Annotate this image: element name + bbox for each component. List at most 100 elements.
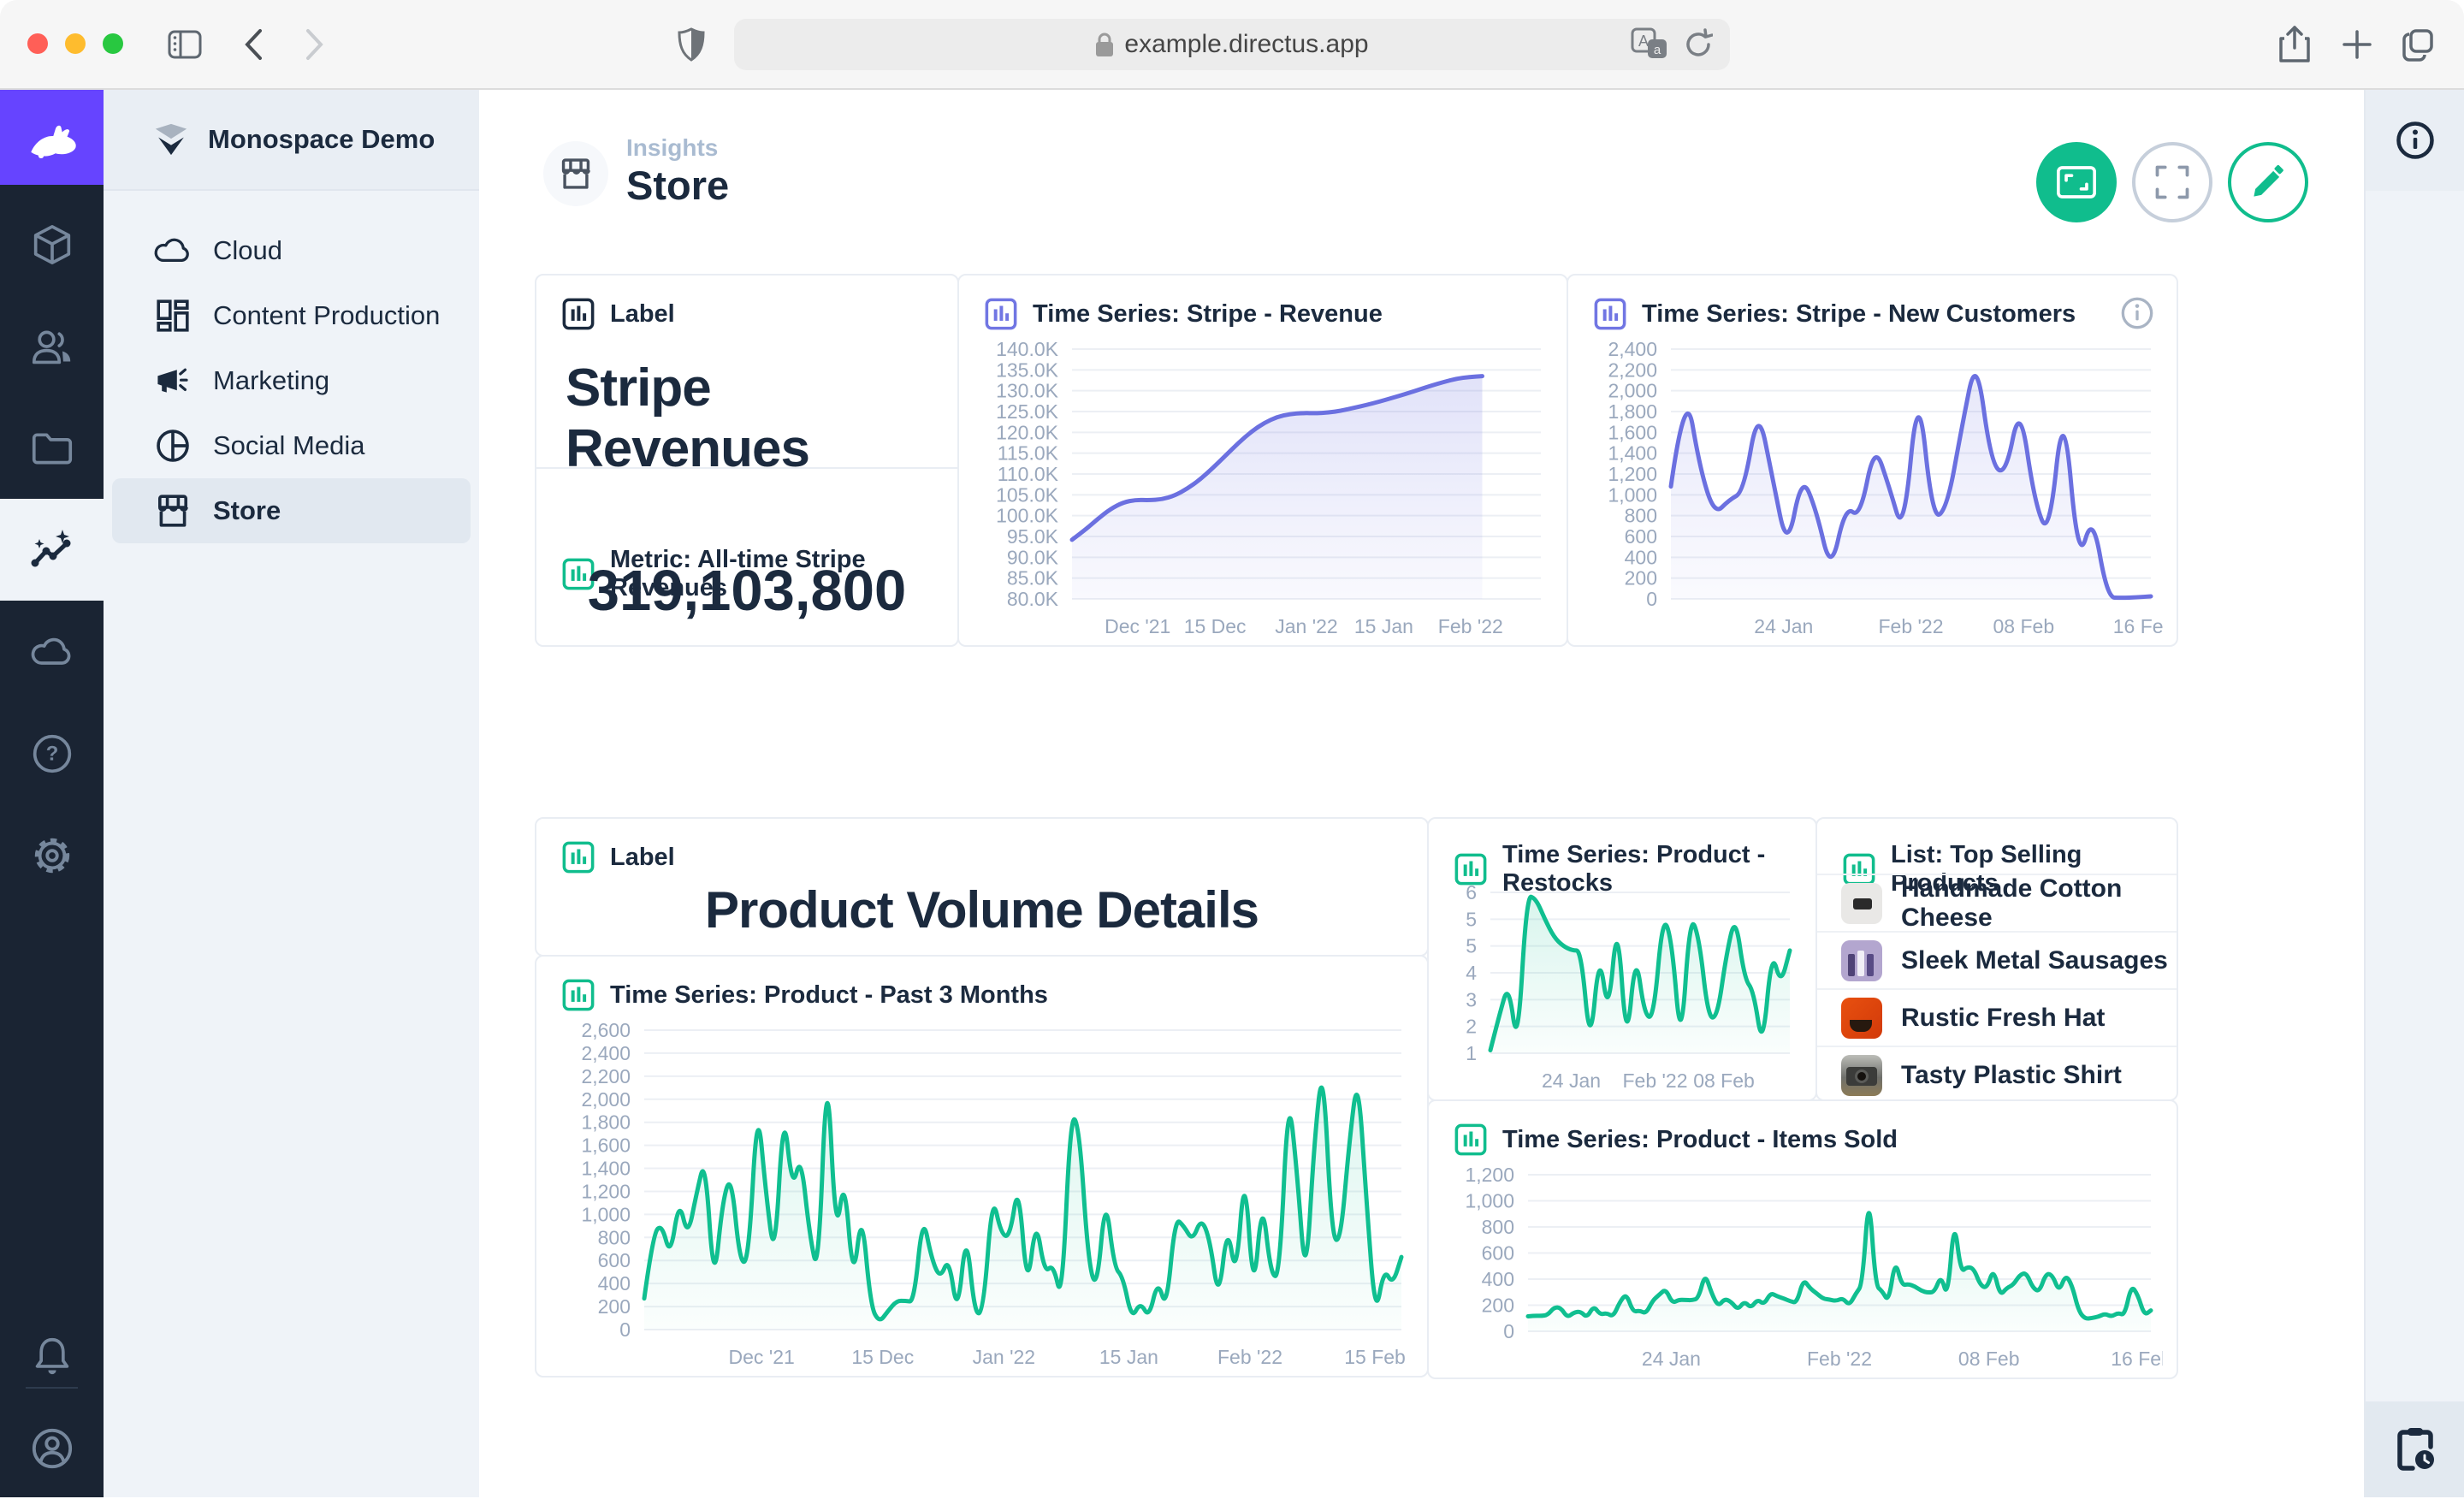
svg-text:Dec '21: Dec '21: [729, 1346, 795, 1368]
minimize-window-button[interactable]: [65, 33, 86, 54]
folder-icon: [32, 431, 73, 465]
shield-icon[interactable]: [669, 22, 714, 67]
megaphone-icon: [153, 361, 192, 400]
svg-text:2,200: 2,200: [581, 1065, 631, 1087]
notifications-button[interactable]: [0, 1305, 104, 1407]
panel-top-selling: List: Top Selling Products Handmade Cott…: [1815, 817, 2178, 1101]
clipboard-clock-icon: [2394, 1426, 2437, 1472]
nav-item-store-active[interactable]: Store: [112, 478, 471, 543]
activity-sidebar-button[interactable]: [2366, 1401, 2464, 1497]
svg-text:400: 400: [598, 1272, 631, 1295]
svg-text:Jan '22: Jan '22: [973, 1346, 1035, 1368]
svg-text:1,200: 1,200: [1465, 1164, 1514, 1186]
svg-text:135.0K: 135.0K: [996, 358, 1059, 381]
past-3-months-chart[interactable]: 2,6002,4002,2002,0001,8001,6001,4001,200…: [548, 1016, 1413, 1371]
svg-text:0: 0: [1503, 1320, 1514, 1342]
directus-logo[interactable]: [0, 90, 104, 185]
address-bar[interactable]: example.directus.app Aa: [734, 19, 1730, 70]
module-cloud[interactable]: [0, 601, 104, 702]
module-bar: ?: [0, 90, 104, 1497]
nav-item-label: Cloud: [213, 235, 282, 266]
tab-overview-icon[interactable]: [2396, 22, 2440, 67]
panel-header: Label: [610, 300, 675, 329]
fullscreen-icon: [2155, 165, 2189, 199]
bar-chart-icon: [562, 979, 595, 1011]
svg-text:2,200: 2,200: [1608, 358, 1657, 381]
nav-sidebar: Monospace Demo Cloud Content Production …: [104, 90, 479, 1497]
svg-text:Feb '22: Feb '22: [1217, 1346, 1282, 1368]
svg-text:1,800: 1,800: [1608, 400, 1657, 423]
svg-text:Jan '22: Jan '22: [1275, 615, 1337, 637]
svg-text:4: 4: [1466, 962, 1477, 984]
url-text: example.directus.app: [1124, 30, 1368, 59]
share-icon[interactable]: [2272, 22, 2317, 67]
svg-text:24 Jan: 24 Jan: [1754, 615, 1813, 637]
svg-text:1,200: 1,200: [581, 1180, 631, 1202]
edit-button[interactable]: [2228, 142, 2308, 222]
back-icon[interactable]: [231, 22, 275, 67]
svg-text:08 Feb: 08 Feb: [1693, 1069, 1755, 1092]
restocks-chart[interactable]: 655432124 JanFeb '2208 Feb: [1441, 879, 1802, 1094]
present-mode-button[interactable]: [2036, 142, 2117, 222]
nav-item-content-production[interactable]: Content Production: [112, 283, 471, 348]
module-users[interactable]: [0, 295, 104, 397]
panel-header: Time Series: Product - Past 3 Months: [610, 981, 1048, 1010]
svg-text:600: 600: [1482, 1242, 1514, 1265]
svg-text:6: 6: [1466, 881, 1477, 904]
info-icon: [2395, 120, 2436, 161]
bar-chart-icon: [562, 298, 595, 330]
project-switcher[interactable]: Monospace Demo: [104, 90, 479, 191]
new-customers-chart[interactable]: 2,4002,2002,0001,8001,6001,4001,2001,000…: [1580, 335, 2163, 640]
info-icon[interactable]: [2120, 296, 2154, 335]
nav-item-cloud[interactable]: Cloud: [112, 218, 471, 283]
module-files[interactable]: [0, 397, 104, 499]
svg-text:15 Dec: 15 Dec: [851, 1346, 914, 1368]
panel-divider: [536, 467, 957, 469]
module-settings[interactable]: [0, 804, 104, 906]
svg-text:a: a: [1654, 43, 1661, 57]
list-item[interactable]: Sleek Metal Sausages: [1817, 931, 2177, 988]
list-item[interactable]: Rustic Fresh Hat: [1817, 988, 2177, 1046]
list-item[interactable]: Handmade Cotton Cheese: [1817, 874, 2177, 931]
svg-text:15 Dec: 15 Dec: [1184, 615, 1247, 637]
panel-stripe-revenue: Time Series: Stripe - Revenue 140.0K135.…: [957, 274, 1568, 647]
breadcrumb[interactable]: Insights: [626, 134, 718, 162]
items-sold-chart[interactable]: 1,2001,000800600400200024 JanFeb '2208 F…: [1441, 1161, 2163, 1372]
svg-text:1,600: 1,600: [581, 1135, 631, 1157]
page-title: Store: [626, 162, 729, 209]
product-name: Handmade Cotton Cheese: [1901, 874, 2177, 933]
nav-item-social-media[interactable]: Social Media: [112, 413, 471, 478]
list-item[interactable]: Tasty Plastic Shirt: [1817, 1046, 2177, 1103]
forward-icon[interactable]: [293, 22, 337, 67]
cloud-icon: [153, 231, 192, 270]
module-content[interactable]: [0, 193, 104, 295]
svg-text:0: 0: [1646, 588, 1657, 610]
panel-label-product: Label Product Volume Details: [535, 817, 1429, 957]
avatar-icon: [31, 1427, 74, 1470]
fullscreen-button[interactable]: [2132, 142, 2212, 222]
product-thumbnail: [1841, 940, 1882, 981]
svg-text:0: 0: [619, 1318, 631, 1341]
help-icon: ?: [32, 733, 73, 774]
bell-icon: [33, 1336, 71, 1377]
sidebar-toggle-icon[interactable]: [163, 22, 207, 67]
svg-text:90.0K: 90.0K: [1007, 546, 1059, 568]
stripe-revenue-chart[interactable]: 140.0K135.0K130.0K125.0K120.0K115.0K110.…: [971, 335, 1553, 640]
nav-item-marketing[interactable]: Marketing: [112, 348, 471, 413]
translate-icon[interactable]: Aa: [1631, 27, 1668, 62]
info-sidebar-button[interactable]: [2366, 90, 2464, 191]
svg-text:1,200: 1,200: [1608, 463, 1657, 485]
module-help[interactable]: ?: [0, 702, 104, 804]
close-window-button[interactable]: [27, 33, 48, 54]
svg-text:600: 600: [598, 1249, 631, 1271]
project-icon: [153, 123, 189, 156]
zoom-window-button[interactable]: [103, 33, 123, 54]
panel-past-3-months: Time Series: Product - Past 3 Months 2,6…: [535, 955, 1429, 1378]
module-insights-active[interactable]: [0, 499, 104, 601]
user-menu-button[interactable]: [0, 1397, 104, 1499]
svg-text:400: 400: [1482, 1268, 1514, 1290]
reload-icon[interactable]: [1684, 28, 1713, 61]
gear-icon: [31, 834, 74, 877]
cube-icon: [33, 224, 72, 265]
new-tab-icon[interactable]: [2335, 22, 2379, 67]
